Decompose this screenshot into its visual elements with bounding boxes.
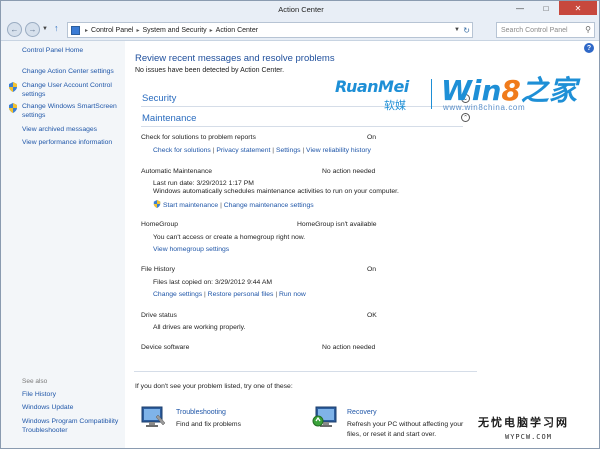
watermark-divider xyxy=(431,79,432,109)
check-for-solutions-link[interactable]: Check for solutions xyxy=(153,147,211,154)
troubleshooting-desc: Find and fix problems xyxy=(176,421,241,428)
view-reliability-history-link[interactable]: View reliability history xyxy=(306,147,371,154)
page-title: Review recent messages and resolve probl… xyxy=(135,53,335,64)
run-now-link[interactable]: Run now xyxy=(279,291,306,298)
recovery-icon[interactable] xyxy=(312,405,338,429)
maintenance-section-header[interactable]: Maintenance xyxy=(142,113,196,124)
address-dropdown-icon[interactable]: ▼ xyxy=(454,27,460,33)
troubleshooting-link[interactable]: Troubleshooting xyxy=(176,409,226,416)
drive-status-label: Drive status xyxy=(141,312,177,319)
auto-maintenance-status: No action needed xyxy=(322,168,376,175)
breadcrumb-control-panel[interactable]: Control Panel xyxy=(91,27,133,34)
win8china-watermark-url: www.win8china.com xyxy=(443,103,526,112)
search-placeholder: Search Control Panel xyxy=(501,26,568,34)
file-history-links: Change settings | Restore personal files… xyxy=(153,291,306,298)
solutions-label: Check for solutions to problem reports xyxy=(141,134,256,141)
back-button[interactable]: ← xyxy=(7,22,22,37)
sidebar-item-view-performance-information[interactable]: View performance information xyxy=(22,139,122,148)
see-also-windows-update[interactable]: Windows Update xyxy=(22,404,122,413)
sidebar-item-change-uac-settings[interactable]: Change User Account Control settings xyxy=(22,82,122,99)
settings-link[interactable]: Settings xyxy=(276,147,301,154)
sidebar-item-change-smartscreen-settings[interactable]: Change Windows SmartScreen settings xyxy=(22,103,122,120)
file-history-desc: Files last copied on: 3/29/2012 9:44 AM xyxy=(153,279,273,286)
change-settings-link[interactable]: Change settings xyxy=(153,291,202,298)
page-subtitle: No issues have been detected by Action C… xyxy=(135,67,285,74)
bottom-divider xyxy=(134,371,477,372)
search-icon[interactable]: ⚲ xyxy=(585,25,591,34)
change-maintenance-settings-link[interactable]: Change maintenance settings xyxy=(224,202,314,209)
breadcrumb-separator: ▸ xyxy=(209,27,213,34)
view-homegroup-settings-link[interactable]: View homegroup settings xyxy=(153,246,229,253)
auto-maintenance-links: Start maintenance | Change maintenance s… xyxy=(153,200,314,209)
window-controls: — □ ✕ xyxy=(507,1,597,15)
breadcrumb-separator: ▸ xyxy=(85,27,89,34)
title-bar: Action Center — □ ✕ xyxy=(1,1,599,19)
win8-logo-suffix: 之家 xyxy=(520,74,577,107)
solutions-status: On xyxy=(367,134,377,141)
ruanmei-watermark-logo: RuanMei xyxy=(335,77,409,96)
control-panel-icon xyxy=(71,25,80,35)
breadcrumb[interactable]: ▸ Control Panel ▸ System and Security ▸ … xyxy=(67,22,473,38)
search-input[interactable]: Search Control Panel ⚲ xyxy=(496,22,595,38)
device-software-status: No action needed xyxy=(322,344,376,351)
wypcw-watermark-url: WYPCW.COM xyxy=(505,433,552,441)
help-icon[interactable]: ? xyxy=(584,43,594,53)
sidebar: Control Panel Home Change Action Center … xyxy=(1,41,125,448)
sidebar-item-view-archived-messages[interactable]: View archived messages xyxy=(22,126,122,135)
see-also-compatibility-troubleshooter[interactable]: Windows Program Compatibility Troublesho… xyxy=(22,418,120,435)
restore-personal-files-link[interactable]: Restore personal files xyxy=(208,291,274,298)
auto-maintenance-desc: Windows automatically schedules maintena… xyxy=(153,188,399,195)
sidebar-item-control-panel-home[interactable]: Control Panel Home xyxy=(22,47,122,56)
bottom-intro-text: If you don't see your problem listed, tr… xyxy=(135,383,293,390)
file-history-status: On xyxy=(367,266,377,273)
wypcw-watermark-logo: 无忧电脑学习网 xyxy=(478,416,569,429)
sidebar-item-change-action-center-settings[interactable]: Change Action Center settings xyxy=(22,68,122,77)
see-also-label: See also xyxy=(22,378,48,385)
ruanmei-chinese-watermark: 软媒 xyxy=(384,99,406,112)
recent-pages-dropdown-icon[interactable]: ▼ xyxy=(42,26,48,32)
action-center-window: Action Center — □ ✕ ← → ▼ ↑ ▸ Control Pa… xyxy=(0,0,600,449)
minimize-button[interactable]: — xyxy=(507,1,533,15)
close-button[interactable]: ✕ xyxy=(559,1,597,15)
maximize-button[interactable]: □ xyxy=(533,1,559,15)
uac-shield-icon xyxy=(153,200,161,208)
drive-status-desc: All drives are working properly. xyxy=(153,324,246,331)
solutions-links: Check for solutions | Privacy statement … xyxy=(153,147,371,154)
uac-shield-icon xyxy=(9,103,17,113)
security-divider xyxy=(141,106,475,107)
chevron-up-icon[interactable]: ⌃ xyxy=(461,113,470,122)
auto-maintenance-label: Automatic Maintenance xyxy=(141,168,213,175)
up-arrow-icon[interactable]: ↑ xyxy=(54,23,59,33)
forward-button[interactable]: → xyxy=(25,22,40,37)
drive-status-status: OK xyxy=(367,312,377,319)
troubleshooting-icon[interactable] xyxy=(141,405,167,429)
breadcrumb-separator: ▸ xyxy=(136,27,140,34)
maintenance-divider xyxy=(141,126,463,127)
recovery-link[interactable]: Recovery xyxy=(347,409,377,416)
homegroup-label: HomeGroup xyxy=(141,221,179,228)
start-maintenance-link[interactable]: Start maintenance xyxy=(163,202,218,209)
file-history-label: File History xyxy=(141,266,175,273)
address-bar: ← → ▼ ↑ ▸ Control Panel ▸ System and Sec… xyxy=(1,19,599,41)
see-also-file-history[interactable]: File History xyxy=(22,391,122,400)
recovery-desc: Refresh your PC without affecting your f… xyxy=(347,421,464,438)
homegroup-status: HomeGroup isn't available xyxy=(297,221,377,228)
uac-shield-icon xyxy=(9,82,17,92)
privacy-statement-link[interactable]: Privacy statement xyxy=(216,147,270,154)
breadcrumb-system-security[interactable]: System and Security xyxy=(142,27,206,34)
auto-maintenance-last-run: Last run date: 3/29/2012 1:17 PM xyxy=(153,180,254,187)
homegroup-desc: You can't access or create a homegroup r… xyxy=(153,234,306,241)
breadcrumb-action-center[interactable]: Action Center xyxy=(216,27,258,34)
security-section-header[interactable]: Security xyxy=(142,93,176,104)
device-software-label: Device software xyxy=(141,344,190,351)
refresh-icon[interactable]: ↻ xyxy=(463,26,470,35)
